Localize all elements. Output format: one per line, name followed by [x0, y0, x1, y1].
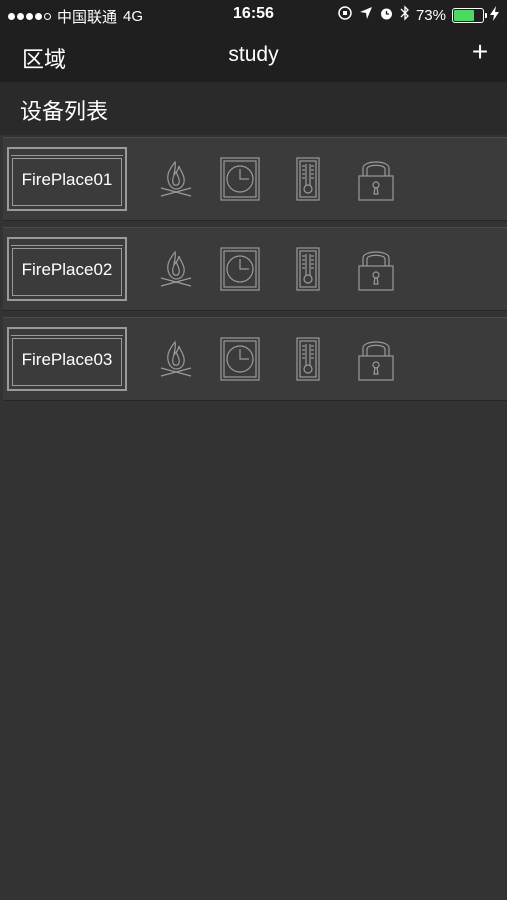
clock-icon[interactable] [219, 336, 261, 382]
add-button[interactable]: + [467, 38, 493, 66]
device-name: FirePlace01 [21, 170, 113, 189]
list-item: FirePlace02 [3, 227, 507, 311]
navigation-bar: 区域 study + [0, 30, 507, 82]
list-item: FirePlace03 [3, 317, 507, 401]
bluetooth-icon [400, 5, 410, 25]
status-right: 73% [337, 5, 499, 25]
device-button[interactable]: FirePlace03 [7, 327, 127, 391]
clock-icon[interactable] [219, 156, 261, 202]
charging-icon [490, 5, 499, 25]
flame-icon[interactable] [155, 156, 197, 202]
section-title: 设备列表 [20, 99, 109, 124]
rotation-lock-icon [337, 5, 353, 25]
device-list: FirePlace01 FirePlace02 FirePlace03 [3, 137, 507, 407]
device-name: FirePlace02 [21, 260, 113, 279]
thermometer-icon[interactable] [287, 156, 329, 202]
flame-icon[interactable] [155, 246, 197, 292]
battery-icon [452, 7, 487, 23]
alarm-icon [379, 6, 394, 25]
device-name: FirePlace03 [21, 350, 113, 369]
device-button[interactable]: FirePlace01 [7, 147, 127, 211]
status-bar: 中国联通 4G 16:56 73% [0, 0, 507, 30]
battery-percent: 73% [415, 6, 446, 24]
list-item: FirePlace01 [3, 137, 507, 221]
device-list-header: 设备列表 [0, 82, 507, 135]
thermometer-icon[interactable] [287, 246, 329, 292]
lock-icon[interactable] [355, 246, 397, 292]
flame-icon[interactable] [155, 336, 197, 382]
page-title: study [228, 43, 279, 66]
device-button[interactable]: FirePlace02 [7, 237, 127, 301]
lock-icon[interactable] [355, 156, 397, 202]
location-icon [359, 6, 373, 24]
lock-icon[interactable] [355, 336, 397, 382]
clock-icon[interactable] [219, 246, 261, 292]
thermometer-icon[interactable] [287, 336, 329, 382]
